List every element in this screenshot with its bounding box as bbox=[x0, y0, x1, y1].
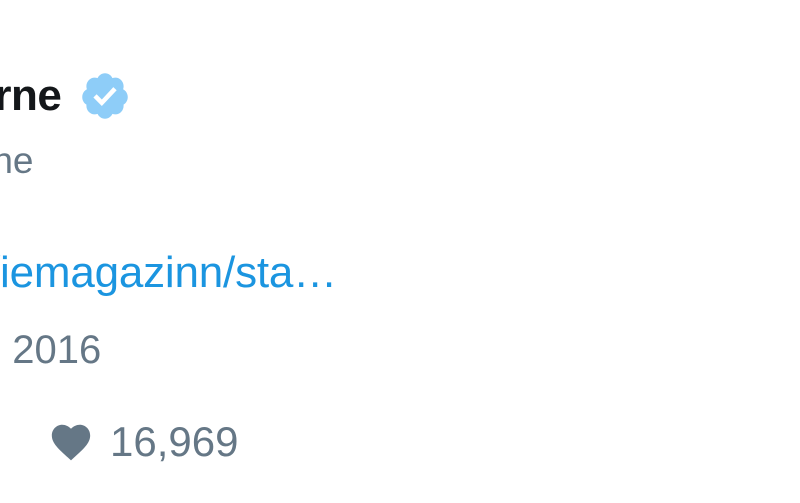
tweet-link[interactable]: /iemagazinn/sta… bbox=[0, 248, 337, 298]
verified-badge-icon bbox=[82, 73, 129, 119]
like-action[interactable]: 16,969 bbox=[48, 418, 238, 466]
tweet-timestamp[interactable]: ı 2016 bbox=[0, 328, 101, 373]
like-count: 16,969 bbox=[110, 418, 239, 465]
author-handle[interactable]: rne bbox=[0, 140, 33, 182]
author-name-row[interactable]: orne bbox=[0, 64, 131, 128]
heart-icon[interactable] bbox=[48, 419, 94, 465]
tweet-card: orne rne /iemagazinn/sta… ı 2016 16,969 bbox=[0, 0, 800, 503]
author-display-name[interactable]: orne bbox=[0, 71, 62, 121]
